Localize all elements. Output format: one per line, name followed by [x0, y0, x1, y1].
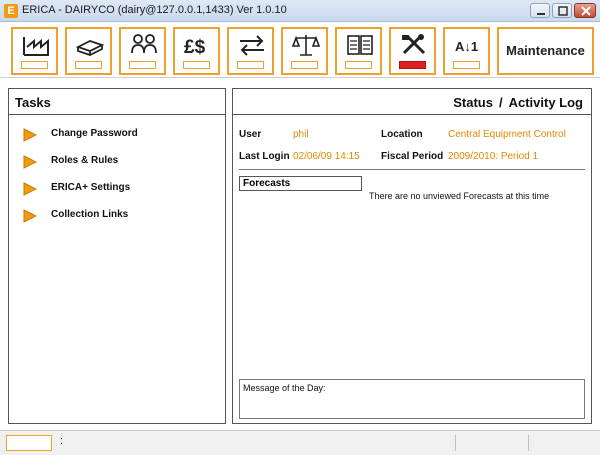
transfers-indicator	[237, 61, 264, 69]
production-button[interactable]	[11, 27, 58, 75]
message-of-the-day-box: Message of the Day:	[239, 379, 585, 419]
pound-dollar-icon: £$	[184, 37, 206, 57]
close-button[interactable]	[574, 3, 596, 18]
currency-glyph: £$	[184, 37, 206, 57]
tasks-header: Tasks	[9, 89, 225, 115]
reports-button[interactable]	[335, 27, 382, 75]
location-value: Central Equipment Control	[448, 129, 566, 140]
window-title: ERICA - DAIRYCO (dairy@127.0.0.1,1433) V…	[22, 4, 287, 16]
products-button[interactable]	[65, 27, 112, 75]
user-value: phil	[293, 129, 309, 140]
minimize-icon	[537, 13, 545, 15]
task-label: Roles & Rules	[51, 155, 119, 166]
sorting-indicator	[453, 61, 480, 69]
finance-indicator	[183, 61, 210, 69]
last-login-value: 02/06/09 14:15	[293, 151, 360, 162]
maintenance-tools-button[interactable]	[389, 27, 436, 75]
balance-scale-icon	[292, 35, 320, 56]
last-login-label: Last Login	[239, 151, 290, 162]
transfer-arrows-icon	[240, 35, 264, 56]
location-label: Location	[381, 129, 423, 140]
tasks-title: Tasks	[15, 95, 51, 110]
quality-button[interactable]	[281, 27, 328, 75]
status-segment	[528, 435, 529, 451]
status-field[interactable]	[6, 435, 52, 451]
status-panel: Status / Activity Log User phil Location C…	[232, 88, 592, 424]
orange-arrow-icon	[23, 182, 37, 196]
minimize-button[interactable]	[530, 3, 550, 18]
status-bar: :	[0, 430, 600, 455]
app-icon: E	[4, 4, 18, 18]
forecasts-message: There are no unviewed Forecasts at this …	[369, 191, 550, 201]
tasks-panel: Tasks Change Password Roles & Rules ERIC…	[8, 88, 226, 424]
task-label: ERICA+ Settings	[51, 182, 131, 193]
close-icon	[581, 6, 591, 16]
user-label: User	[239, 129, 262, 140]
maximize-button[interactable]	[552, 3, 572, 18]
production-indicator	[21, 61, 48, 69]
info-divider	[239, 169, 585, 170]
status-header: Status / Activity Log	[233, 89, 591, 115]
motd-label: Message of the Day:	[243, 383, 326, 393]
reports-indicator	[345, 61, 372, 69]
quality-indicator	[291, 61, 318, 69]
products-indicator	[75, 61, 102, 69]
forecasts-heading[interactable]: Forecasts	[239, 176, 362, 191]
activity-log-tab[interactable]: Activity Log	[509, 95, 583, 110]
task-label: Change Password	[51, 128, 138, 139]
main-toolbar: £$ A↓1 Maintenance	[0, 22, 600, 78]
sort-glyph: A↓1	[455, 39, 478, 54]
maintenance-tools-indicator	[399, 61, 426, 69]
tools-icon	[402, 34, 426, 55]
maximize-icon	[558, 6, 568, 16]
people-icon	[131, 34, 157, 54]
suppliers-indicator	[129, 61, 156, 69]
orange-arrow-icon	[23, 155, 37, 169]
task-label: Collection Links	[51, 209, 129, 220]
status-separator: :	[60, 435, 64, 447]
sort-az-icon: A↓1	[455, 39, 478, 54]
orange-arrow-icon	[23, 209, 37, 223]
orange-arrow-icon	[23, 128, 37, 142]
documents-icon	[347, 35, 373, 55]
fiscal-period-label: Fiscal Period	[381, 151, 444, 162]
status-tab[interactable]: Status	[453, 95, 493, 110]
title-separator: /	[498, 95, 503, 110]
suppliers-button[interactable]	[119, 27, 166, 75]
factory-icon	[23, 37, 49, 56]
sorting-button[interactable]: A↓1	[443, 27, 490, 75]
status-title: Status / Activity Log	[453, 95, 583, 110]
cheese-block-icon	[76, 40, 104, 56]
maintenance-button[interactable]: Maintenance	[497, 27, 594, 75]
transfers-button[interactable]	[227, 27, 274, 75]
status-segment	[455, 435, 456, 451]
fiscal-period-value: 2009/2010: Period 1	[448, 151, 539, 162]
title-bar: E ERICA - DAIRYCO (dairy@127.0.0.1,1433)…	[0, 0, 600, 22]
finance-button[interactable]: £$	[173, 27, 220, 75]
